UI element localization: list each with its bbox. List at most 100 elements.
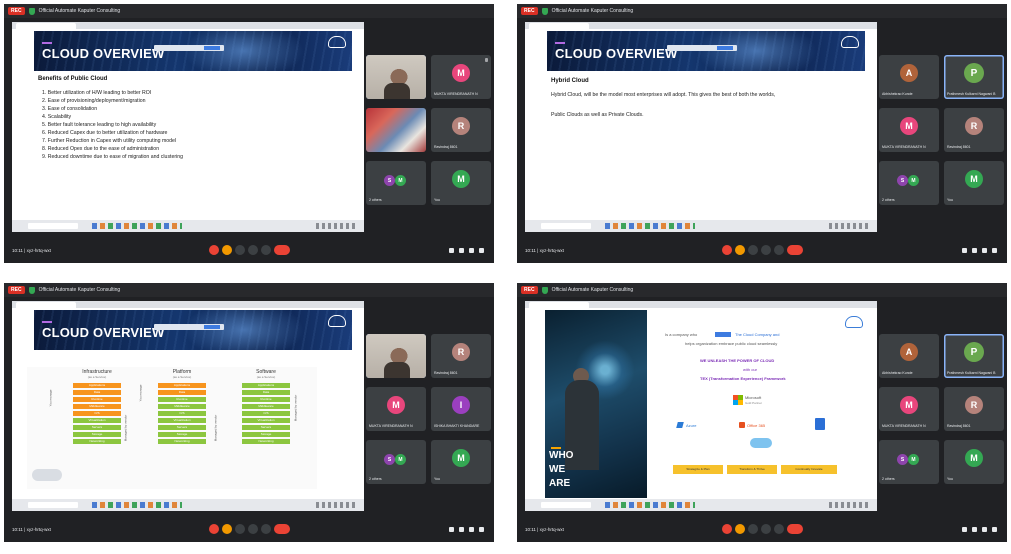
participant-tile[interactable]: P Prathmesh Kulkarni Nagwani B [944, 334, 1004, 378]
mic-toggle-button[interactable] [209, 524, 219, 534]
more-options-button[interactable] [774, 245, 784, 255]
participant-tile[interactable] [366, 55, 426, 99]
participant-tile[interactable]: S M 2 others [879, 440, 939, 484]
mic-toggle-button[interactable] [722, 524, 732, 534]
slide-toolbar[interactable] [667, 45, 737, 51]
captions-button[interactable] [748, 245, 758, 255]
people-icon[interactable] [972, 248, 977, 253]
people-icon[interactable] [459, 527, 464, 532]
participant-tile[interactable]: M You [431, 161, 491, 205]
bullet-9: 9. Reduced downtime due to ease of migra… [42, 154, 184, 160]
slide-banner: CLOUD OVERVIEW [34, 31, 352, 71]
system-tray [316, 223, 356, 229]
participant-tile[interactable]: I ISHIKA BHAKTI KHANDARE [431, 387, 491, 431]
end-call-button[interactable] [274, 524, 290, 534]
screen-share: CLOUD OVERVIEW Benefits of Public Cloud … [12, 22, 364, 232]
meeting-controls: 10:11 | xyz-hrtq-wxt [517, 237, 1007, 263]
stack-cell: Middleware [242, 404, 290, 409]
participant-tile[interactable]: M MUKTA VIRENDRANATH N [879, 108, 939, 152]
participant-tile[interactable]: S M 2 others [366, 161, 426, 205]
taskbar-search[interactable] [28, 223, 78, 229]
meeting-window-3: REC Official Automate Kaputer Consulting… [4, 283, 494, 542]
slide-toolbar[interactable] [154, 45, 224, 51]
participant-tile[interactable]: A Abhishekrao Kunde [879, 55, 939, 99]
taskbar-icons[interactable] [92, 502, 182, 508]
chat-icon[interactable] [982, 248, 987, 253]
info-icon[interactable] [962, 248, 967, 253]
avatar: M [395, 175, 406, 186]
avatar: A [900, 64, 918, 82]
present-button[interactable] [248, 524, 258, 534]
chat-icon[interactable] [469, 527, 474, 532]
strategize-button[interactable]: Strategize & Plan [673, 465, 723, 474]
info-icon[interactable] [449, 527, 454, 532]
participant-tile[interactable]: M MUKTA VIRENDRANATH N [366, 387, 426, 431]
present-button[interactable] [761, 524, 771, 534]
participant-tile[interactable]: M MUKTA VIRENDRANATH N [431, 55, 491, 99]
more-options-button[interactable] [261, 524, 271, 534]
end-call-button[interactable] [787, 524, 803, 534]
innovate-button[interactable]: Continually Innovate [781, 465, 837, 474]
side-label: Managed by vendor [123, 414, 128, 442]
camera-toggle-button[interactable] [735, 524, 745, 534]
captions-button[interactable] [235, 524, 245, 534]
participant-name: Prathmesh Kulkarni Nagwani B [947, 371, 996, 375]
activities-icon[interactable] [479, 527, 484, 532]
camera-toggle-button[interactable] [222, 245, 232, 255]
end-call-button[interactable] [787, 245, 803, 255]
mic-toggle-button[interactable] [722, 245, 732, 255]
people-icon[interactable] [972, 527, 977, 532]
browser-tab[interactable] [16, 23, 76, 29]
participant-tile[interactable]: S M 2 others [879, 161, 939, 205]
taskbar-icons[interactable] [92, 223, 182, 229]
stack-cell: O/S [158, 411, 206, 416]
transform-button[interactable]: Transform & Thrive [727, 465, 777, 474]
present-button[interactable] [248, 245, 258, 255]
captions-button[interactable] [235, 245, 245, 255]
camera-toggle-button[interactable] [735, 245, 745, 255]
mic-toggle-button[interactable] [209, 245, 219, 255]
taskbar-icons[interactable] [605, 223, 695, 229]
activities-icon[interactable] [479, 248, 484, 253]
chat-icon[interactable] [469, 248, 474, 253]
browser-tab[interactable] [16, 302, 76, 308]
taskbar-search[interactable] [541, 223, 591, 229]
browser-tab[interactable] [529, 23, 589, 29]
meeting-topbar: REC Official Automate Kaputer Consulting [4, 283, 494, 297]
participant-tile[interactable]: M MUKTA VIRENDRANATH N [879, 387, 939, 431]
activities-icon[interactable] [992, 248, 997, 253]
office-icon [739, 422, 745, 428]
cloud-icon [32, 469, 62, 481]
participant-tile[interactable]: R Ravindraj 8601 [944, 108, 1004, 152]
avatar: M [452, 170, 470, 188]
browser-tab[interactable] [529, 302, 589, 308]
info-icon[interactable] [962, 527, 967, 532]
captions-button[interactable] [748, 524, 758, 534]
end-call-button[interactable] [274, 245, 290, 255]
participant-tile[interactable]: M You [944, 440, 1004, 484]
camera-toggle-button[interactable] [222, 524, 232, 534]
more-options-button[interactable] [774, 524, 784, 534]
taskbar-icons[interactable] [605, 502, 695, 508]
participant-tile[interactable]: R Ravindraj 8601 [944, 387, 1004, 431]
people-icon[interactable] [459, 248, 464, 253]
slide-banner: CLOUD OVERVIEW [34, 310, 352, 350]
activities-icon[interactable] [992, 527, 997, 532]
participant-tile[interactable]: M You [431, 440, 491, 484]
more-options-button[interactable] [261, 245, 271, 255]
taskbar-search[interactable] [28, 502, 78, 508]
participant-tile[interactable]: A Abhishekrao Kunde [879, 334, 939, 378]
participant-tile[interactable] [366, 108, 426, 152]
participant-name: Ravindraj 8601 [947, 424, 971, 428]
participant-tile[interactable]: M You [944, 161, 1004, 205]
participant-tile[interactable]: P Prathmesh Kulkarni Nagwani B [944, 55, 1004, 99]
slide-toolbar[interactable] [154, 324, 224, 330]
participant-tile[interactable]: S M 2 others [366, 440, 426, 484]
participant-tile[interactable]: R Ravindraj 8601 [431, 334, 491, 378]
chat-icon[interactable] [982, 527, 987, 532]
info-icon[interactable] [449, 248, 454, 253]
participant-tile[interactable]: R Ravindraj 8601 [431, 108, 491, 152]
taskbar-search[interactable] [541, 502, 591, 508]
present-button[interactable] [761, 245, 771, 255]
participant-tile[interactable] [366, 334, 426, 378]
